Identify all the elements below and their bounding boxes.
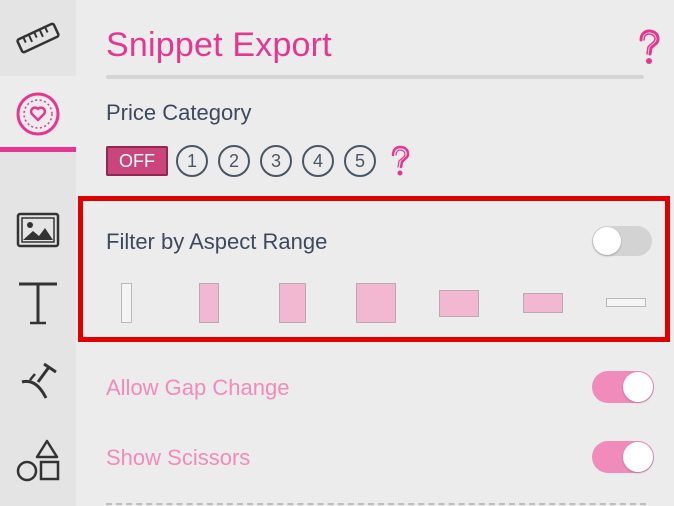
show-scissors-label: Show Scissors xyxy=(106,445,251,470)
aspect-shape-portrait[interactable] xyxy=(279,283,306,323)
shapes-icon xyxy=(16,439,60,482)
price-level-2[interactable]: 2 xyxy=(218,145,250,177)
text-icon xyxy=(19,282,57,325)
aspect-shape-wide[interactable] xyxy=(523,293,563,313)
sidebar-item-snippet[interactable] xyxy=(0,76,76,152)
price-category-label: Price Category xyxy=(106,100,252,125)
aspect-shape-tall-narrow[interactable] xyxy=(121,283,132,323)
sidebar-item-crop[interactable] xyxy=(0,348,76,412)
header-divider xyxy=(106,75,644,79)
aspect-shape-square[interactable] xyxy=(356,283,396,323)
heart-badge-icon xyxy=(16,92,60,136)
toggle-knob xyxy=(593,227,621,255)
price-level-4[interactable]: 4 xyxy=(302,145,334,177)
aspect-range-label: Filter by Aspect Range xyxy=(106,229,328,254)
price-category-selector: OFF 1 2 3 4 5 xyxy=(106,145,412,177)
sidebar-item-measure[interactable] xyxy=(0,0,76,76)
ruler-icon xyxy=(16,22,60,54)
show-scissors-toggle[interactable] xyxy=(592,441,654,473)
question-icon[interactable] xyxy=(634,28,664,66)
price-level-1[interactable]: 1 xyxy=(176,145,208,177)
sidebar-item-text[interactable] xyxy=(0,268,76,338)
allow-gap-change-label: Allow Gap Change xyxy=(106,375,290,400)
allow-gap-change-toggle[interactable] xyxy=(592,371,654,403)
sidebar-item-shapes[interactable] xyxy=(0,428,76,494)
panel-title: Snippet Export xyxy=(106,26,332,64)
aspect-shape-tall[interactable] xyxy=(199,283,219,323)
snippet-export-panel: Snippet Export Price Category OFF 1 2 3 … xyxy=(76,0,674,506)
question-icon[interactable] xyxy=(388,145,412,177)
image-icon xyxy=(16,212,60,248)
toggle-knob xyxy=(623,372,653,402)
price-level-5[interactable]: 5 xyxy=(344,145,376,177)
price-level-3[interactable]: 3 xyxy=(260,145,292,177)
price-off-button[interactable]: OFF xyxy=(106,146,168,176)
aspect-range-toggle[interactable] xyxy=(592,226,652,256)
aspect-shape-landscape[interactable] xyxy=(439,290,479,317)
crop-tool-icon xyxy=(21,362,57,399)
toggle-knob xyxy=(623,442,653,472)
sidebar-item-image[interactable] xyxy=(0,198,76,262)
section-divider xyxy=(106,503,646,505)
sidebar xyxy=(0,0,76,506)
aspect-shape-wide-narrow[interactable] xyxy=(606,298,646,307)
